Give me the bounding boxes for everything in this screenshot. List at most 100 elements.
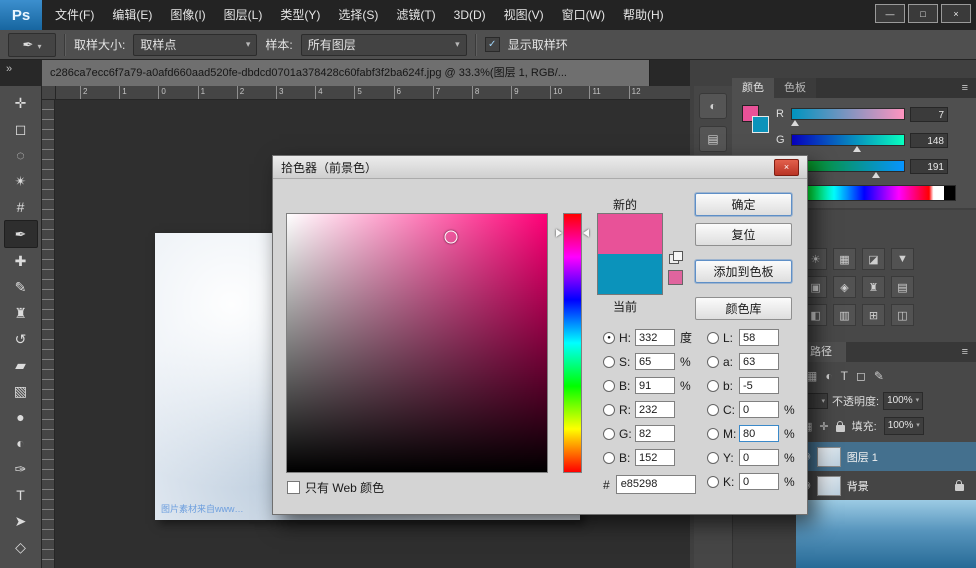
slider-handle[interactable] <box>872 172 880 178</box>
current-color-swatch[interactable] <box>598 254 662 294</box>
field-s[interactable]: 65 <box>635 353 675 370</box>
field-radio[interactable] <box>603 356 615 368</box>
field-radio[interactable] <box>603 380 615 392</box>
vertical-ruler[interactable] <box>42 100 55 568</box>
tool-preset-dropdown[interactable]: ✒ <box>8 33 56 57</box>
slider-handle[interactable] <box>853 146 861 152</box>
tool-brush[interactable]: ✎ <box>5 274 37 300</box>
tool-magic-wand[interactable]: ✴ <box>5 168 37 194</box>
dialog-title-bar[interactable]: 拾色器（前景色） × <box>273 156 807 179</box>
channel-value[interactable]: 148 <box>910 133 948 148</box>
panel-icon[interactable]: ▤ <box>699 126 727 152</box>
layer-filter-icon[interactable]: T <box>841 369 848 383</box>
menu-item[interactable]: 图像(I) <box>161 0 214 30</box>
fill-value[interactable]: 100% <box>884 417 924 435</box>
lock-option-icon[interactable]: ✛ <box>819 420 828 433</box>
field-radio[interactable] <box>707 452 719 464</box>
layer-thumbnail[interactable] <box>817 476 841 496</box>
minimize-button[interactable]: — <box>875 4 905 23</box>
field-radio[interactable] <box>707 356 719 368</box>
field-radio[interactable] <box>707 428 719 440</box>
channel-slider[interactable] <box>791 134 905 146</box>
field-radio[interactable] <box>707 332 719 344</box>
menu-item[interactable]: 选择(S) <box>329 0 387 30</box>
field-r[interactable]: 232 <box>635 401 675 418</box>
field-c[interactable]: 0 <box>739 401 779 418</box>
tool-clone-stamp[interactable]: ♜ <box>5 300 37 326</box>
tool-eraser[interactable]: ▰ <box>5 352 37 378</box>
menu-item[interactable]: 编辑(E) <box>103 0 161 30</box>
panel-icon[interactable]: ◐ <box>699 93 727 119</box>
layer-filter-icon[interactable]: ◐ <box>825 369 832 383</box>
menu-item[interactable]: 文件(F) <box>46 0 103 30</box>
field-m[interactable]: 80 <box>739 425 779 442</box>
menu-item[interactable]: 3D(D) <box>445 0 495 30</box>
color-field-marker[interactable] <box>444 231 457 244</box>
channel-value[interactable]: 191 <box>910 159 948 174</box>
tool-crop[interactable]: # <box>5 194 37 220</box>
close-button[interactable]: × <box>941 4 971 23</box>
tool-pen[interactable]: ✑ <box>5 456 37 482</box>
web-only-checkbox[interactable] <box>287 481 300 494</box>
menu-item[interactable]: 帮助(H) <box>614 0 673 30</box>
saturation-brightness-field[interactable] <box>286 213 548 473</box>
tool-custom-shape[interactable]: ◇ <box>5 534 37 560</box>
menu-item[interactable]: 窗口(W) <box>553 0 614 30</box>
tool-rectangular-marquee[interactable]: ◻ <box>5 116 37 142</box>
layer-row[interactable]: ◉ 图层 1 <box>796 442 976 471</box>
ok-button[interactable]: 确定 <box>695 193 792 216</box>
hex-input[interactable]: e85298 <box>616 475 696 494</box>
tool-history-brush[interactable]: ↺ <box>5 326 37 352</box>
toolbar-collapse-icon[interactable]: » <box>6 63 12 75</box>
tool-spot-healing[interactable]: ✚ <box>5 248 37 274</box>
field-b-lab[interactable]: -5 <box>739 377 779 394</box>
tool-lasso[interactable]: ◌ <box>5 142 37 168</box>
tab-swatches[interactable]: 色板 <box>774 78 816 98</box>
show-ring-checkbox[interactable] <box>485 37 500 52</box>
menu-item[interactable]: 类型(Y) <box>271 0 329 30</box>
field-radio[interactable] <box>707 404 719 416</box>
adjustment-icon[interactable]: ⊞ <box>862 304 885 326</box>
channel-slider[interactable] <box>791 160 905 172</box>
field-b-rgb[interactable]: 152 <box>635 449 675 466</box>
opacity-value[interactable]: 100% <box>883 392 923 410</box>
hue-slider[interactable] <box>563 213 582 473</box>
adjustment-icon[interactable]: ◫ <box>891 304 914 326</box>
field-y[interactable]: 0 <box>739 449 779 466</box>
layer-thumbnail[interactable] <box>817 447 841 467</box>
reset-button[interactable]: 复位 <box>695 223 792 246</box>
field-k[interactable]: 0 <box>739 473 779 490</box>
field-g[interactable]: 82 <box>635 425 675 442</box>
adjustment-icon[interactable]: ◪ <box>862 248 885 270</box>
tab-color[interactable]: 颜色 <box>732 78 774 98</box>
tool-dodge[interactable]: ◐ <box>5 430 37 456</box>
color-libraries-button[interactable]: 颜色库 <box>695 297 792 320</box>
field-radio[interactable] <box>603 428 615 440</box>
add-to-swatches-button[interactable]: 添加到色板 <box>695 260 792 283</box>
tool-move[interactable]: ✛ <box>5 90 37 116</box>
maximize-button[interactable]: □ <box>908 4 938 23</box>
layer-filter-icon[interactable]: ✎ <box>874 369 884 383</box>
sample-dropdown[interactable]: 所有图层 <box>301 34 467 56</box>
field-a[interactable]: 63 <box>739 353 779 370</box>
field-radio[interactable] <box>707 380 719 392</box>
menu-item[interactable]: 滤镜(T) <box>387 0 444 30</box>
field-radio[interactable]: ● <box>603 332 615 344</box>
tool-blur[interactable]: ● <box>5 404 37 430</box>
field-b-hsb[interactable]: 91 <box>635 377 675 394</box>
adjustment-icon[interactable]: ▦ <box>833 248 856 270</box>
tool-type[interactable]: T <box>5 482 37 508</box>
dialog-close-button[interactable]: × <box>774 159 799 176</box>
adjustment-icon[interactable]: ◈ <box>833 276 856 298</box>
horizontal-ruler[interactable]: 2 1 0 1 2 3 4 5 6 7 8 9 <box>56 86 690 100</box>
hue-slider-handle-right[interactable] <box>583 229 589 237</box>
background-color-swatch[interactable] <box>752 116 769 133</box>
menu-item[interactable]: 视图(V) <box>495 0 553 30</box>
panel-menu-icon[interactable] <box>954 78 976 98</box>
field-radio[interactable] <box>603 404 615 416</box>
tool-eyedropper[interactable]: ✒ <box>4 220 38 248</box>
gamut-warning-icon[interactable] <box>669 254 679 264</box>
slider-handle[interactable] <box>791 120 799 126</box>
field-radio[interactable] <box>707 476 719 488</box>
field-radio[interactable] <box>603 452 615 464</box>
